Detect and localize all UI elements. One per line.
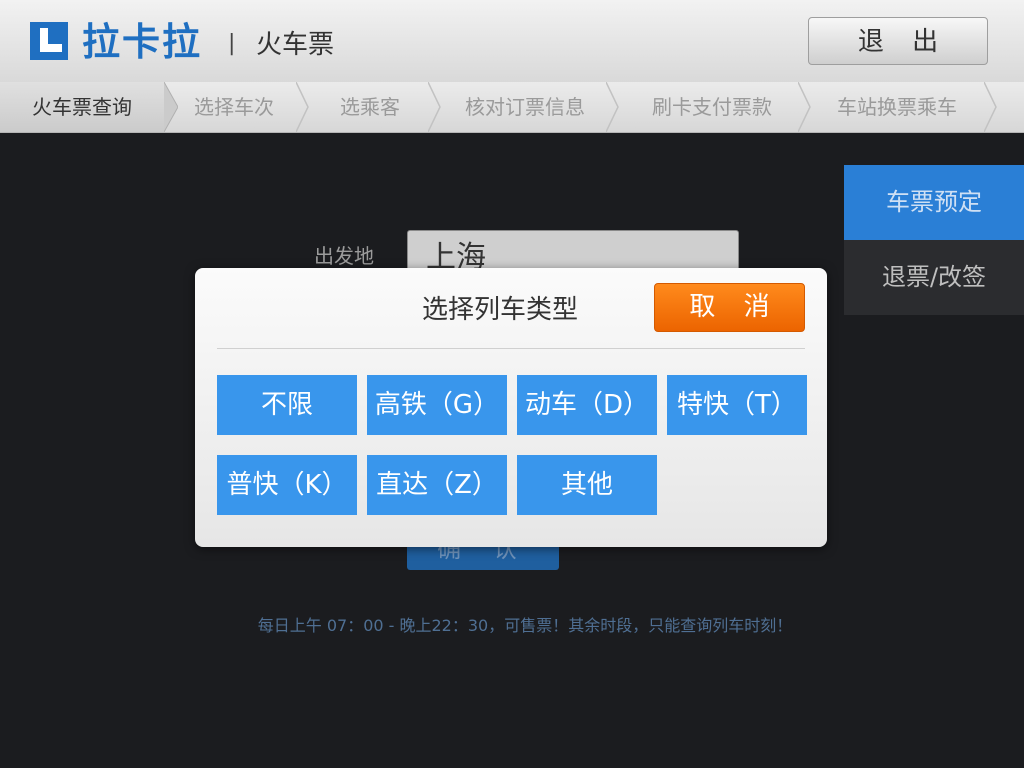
train-type-dialog: 选择列车类型 取 消 不限 高铁（G） 动车（D） 特快（T） 普快（K） 直达… bbox=[195, 268, 827, 547]
train-type-high-speed[interactable]: 高铁（G） bbox=[367, 375, 507, 435]
train-type-fast[interactable]: 普快（K） bbox=[217, 455, 357, 515]
step-select-train: 选择车次 bbox=[194, 95, 274, 119]
train-type-other[interactable]: 其他 bbox=[517, 455, 657, 515]
step-chevron-icon bbox=[428, 82, 441, 132]
brand-name: 拉卡拉 bbox=[82, 20, 203, 64]
cancel-button[interactable]: 取 消 bbox=[654, 283, 805, 332]
step-card-payment: 刷卡支付票款 bbox=[652, 95, 772, 119]
train-type-express[interactable]: 特快（T） bbox=[667, 375, 807, 435]
page-title: 火车票 bbox=[256, 30, 335, 60]
train-type-direct[interactable]: 直达（Z） bbox=[367, 455, 507, 515]
dialog-title: 选择列车类型 bbox=[422, 295, 579, 325]
header-separator: | bbox=[228, 31, 236, 56]
train-type-emu[interactable]: 动车（D） bbox=[517, 375, 657, 435]
step-train-query: 火车票查询 bbox=[0, 82, 164, 132]
exit-button[interactable]: 退 出 bbox=[808, 17, 988, 65]
sales-hours-notice: 每日上午 07：00 - 晚上22：30，可售票！其余时段，只能查询列车时刻！ bbox=[257, 616, 793, 635]
step-chevron-icon bbox=[164, 82, 178, 132]
step-station-pickup: 车站换票乘车 bbox=[837, 95, 957, 119]
side-menu-refund-change[interactable]: 退票/改签 bbox=[844, 240, 1024, 315]
app-header: 拉卡拉 | 火车票 退 出 bbox=[0, 0, 1024, 83]
progress-steps: 火车票查询 选择车次 选乘客 核对订票信息 刷卡支付票款 车站换票乘车 bbox=[0, 82, 1024, 133]
origin-label: 出发地 bbox=[314, 244, 374, 268]
step-chevron-icon bbox=[606, 82, 619, 132]
step-verify-order: 核对订票信息 bbox=[465, 95, 585, 119]
train-type-any[interactable]: 不限 bbox=[217, 375, 357, 435]
side-menu-book-ticket[interactable]: 车票预定 bbox=[844, 165, 1024, 240]
step-select-passenger: 选乘客 bbox=[340, 95, 400, 119]
step-chevron-icon bbox=[798, 82, 811, 132]
dialog-divider bbox=[217, 348, 805, 349]
step-chevron-icon bbox=[984, 82, 997, 132]
lakala-logo-icon bbox=[30, 22, 68, 60]
step-chevron-icon bbox=[296, 82, 309, 132]
